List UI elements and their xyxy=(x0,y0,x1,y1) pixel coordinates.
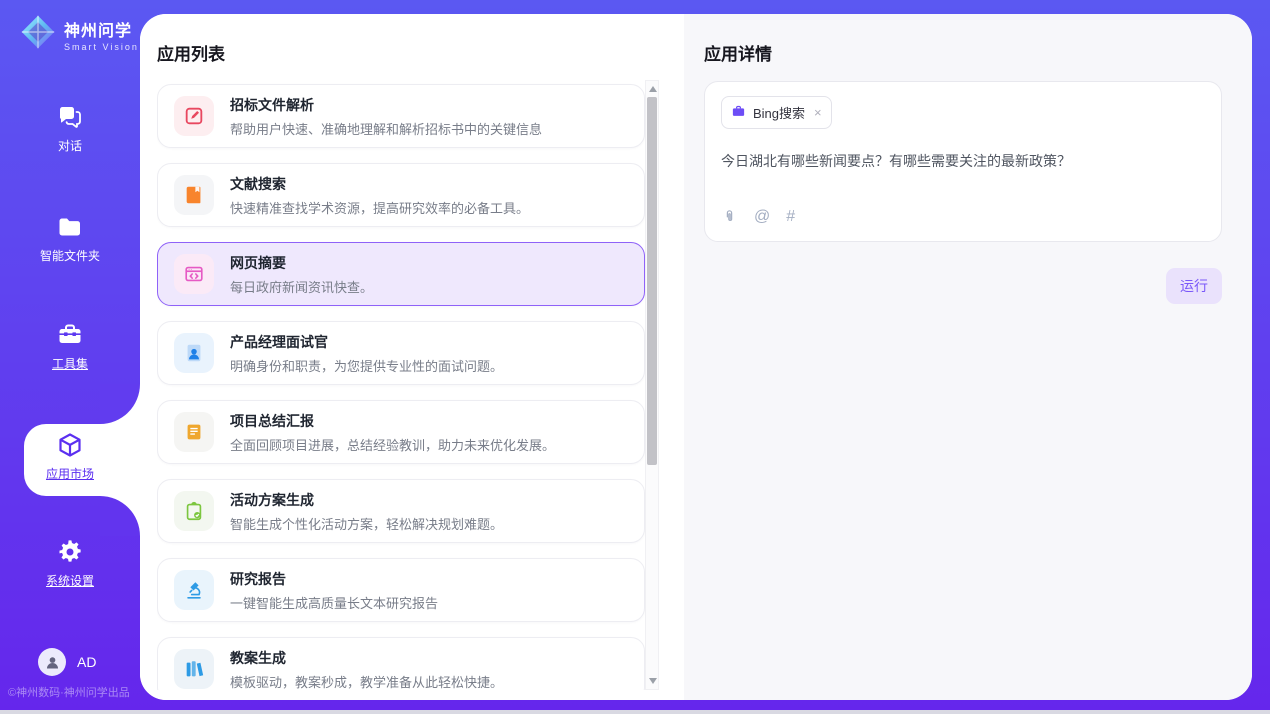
app-name: 文献搜索 xyxy=(230,174,529,194)
app-description: 明确身份和职责，为您提供专业性的面试问题。 xyxy=(230,356,503,375)
browser-icon xyxy=(174,254,214,294)
app-description: 快速精准查找学术资源，提高研究效率的必备工具。 xyxy=(230,198,529,217)
app-name: 教案生成 xyxy=(230,648,503,668)
prompt-card: Bing搜索 × 今日湖北有哪些新闻要点？有哪些需要关注的最新政策？ @ # xyxy=(704,81,1222,242)
app-card-text: 招标文件解析帮助用户快速、准确地理解和解析招标书中的关键信息 xyxy=(230,95,542,138)
app-card[interactable]: 研究报告一键智能生成高质量长文本研究报告 xyxy=(157,558,645,622)
chat-icon xyxy=(56,103,84,131)
app-card[interactable]: 教案生成模板驱动，教案秒成，教学准备从此轻松快捷。 xyxy=(157,637,645,690)
sidebar-item-toolbox[interactable]: 工具集 xyxy=(0,321,140,373)
app-card-text: 研究报告一键智能生成高质量长文本研究报告 xyxy=(230,569,438,612)
active-fillet-top xyxy=(100,384,140,424)
sidebar-item-label: 智能文件夹 xyxy=(40,247,100,264)
user-avatar-icon xyxy=(38,648,66,676)
app-detail-title: 应用详情 xyxy=(704,40,1222,65)
books-icon xyxy=(174,649,214,689)
main-frame: 应用列表 招标文件解析帮助用户快速、准确地理解和解析招标书中的关键信息文献搜索快… xyxy=(140,14,1252,700)
app-description: 每日政府新闻资讯快查。 xyxy=(230,277,373,296)
brand-logo: 神州问学 Smart Vision xyxy=(20,14,139,55)
app-description: 智能生成个性化活动方案，轻松解决规划难题。 xyxy=(230,514,503,533)
app-card[interactable]: 网页摘要每日政府新闻资讯快查。 xyxy=(157,242,645,306)
gear-icon xyxy=(56,538,84,566)
app-name: 产品经理面试官 xyxy=(230,332,503,352)
app-card-text: 活动方案生成智能生成个性化活动方案，轻松解决规划难题。 xyxy=(230,490,503,533)
sidebar-item-label: 对话 xyxy=(58,137,82,154)
app-description: 一键智能生成高质量长文本研究报告 xyxy=(230,593,438,612)
user-initials: AD xyxy=(77,654,96,670)
user-account[interactable]: AD xyxy=(38,648,96,676)
app-name: 网页摘要 xyxy=(230,253,373,273)
paperclip-icon[interactable] xyxy=(721,208,738,225)
scroll-up-icon[interactable] xyxy=(649,86,657,92)
mention-icon[interactable]: @ xyxy=(754,209,770,225)
toolbox-icon xyxy=(56,321,84,349)
app-card-text: 网页摘要每日政府新闻资讯快查。 xyxy=(230,253,373,296)
sidebar-item-gear[interactable]: 系统设置 xyxy=(0,538,140,590)
scrollbar-thumb[interactable] xyxy=(647,97,657,465)
diamond-logo-icon xyxy=(20,14,56,55)
active-fillet-bottom xyxy=(100,496,140,536)
app-name: 活动方案生成 xyxy=(230,490,503,510)
cube-icon xyxy=(56,431,84,459)
app-description: 全面回顾项目进展，总结经验教训，助力未来优化发展。 xyxy=(230,435,555,454)
tool-tag-bing[interactable]: Bing搜索 × xyxy=(721,96,832,129)
app-description: 模板驱动，教案秒成，教学准备从此轻松快捷。 xyxy=(230,672,503,691)
folder-icon xyxy=(56,213,84,241)
app-detail-panel: 应用详情 Bing搜索 × 今日湖北有哪些新闻要点？有哪些需要关注的最新政策？ … xyxy=(684,14,1252,700)
briefcase-icon xyxy=(731,104,746,122)
sidebar-item-chat[interactable]: 对话 xyxy=(0,103,140,155)
app-list-panel: 应用列表 招标文件解析帮助用户快速、准确地理解和解析招标书中的关键信息文献搜索快… xyxy=(140,14,684,700)
sidebar-item-label: 工具集 xyxy=(52,355,88,372)
report-icon xyxy=(174,412,214,452)
book-icon xyxy=(174,175,214,215)
app-card[interactable]: 项目总结汇报全面回顾项目进展，总结经验教训，助力未来优化发展。 xyxy=(157,400,645,464)
app-name: 研究报告 xyxy=(230,569,438,589)
doc-edit-icon xyxy=(174,96,214,136)
app-name: 招标文件解析 xyxy=(230,95,542,115)
microscope-icon xyxy=(174,570,214,610)
app-card[interactable]: 产品经理面试官明确身份和职责，为您提供专业性的面试问题。 xyxy=(157,321,645,385)
run-button[interactable]: 运行 xyxy=(1166,268,1222,304)
app-list-title: 应用列表 xyxy=(157,40,225,65)
attachment-toolbar: @ # xyxy=(721,208,1205,225)
clipboard-icon xyxy=(174,491,214,531)
brand-tagline: Smart Vision xyxy=(64,42,139,52)
app-card-text: 项目总结汇报全面回顾项目进展，总结经验教训，助力未来优化发展。 xyxy=(230,411,555,454)
scroll-down-icon[interactable] xyxy=(649,678,657,684)
app-name: 项目总结汇报 xyxy=(230,411,555,431)
hashtag-icon[interactable]: # xyxy=(786,209,795,225)
app-list: 招标文件解析帮助用户快速、准确地理解和解析招标书中的关键信息文献搜索快速精准查找… xyxy=(157,80,645,690)
app-card[interactable]: 文献搜索快速精准查找学术资源，提高研究效率的必备工具。 xyxy=(157,163,645,227)
app-description: 帮助用户快速、准确地理解和解析招标书中的关键信息 xyxy=(230,119,542,138)
sidebar-item-cube[interactable]: 应用市场 xyxy=(0,431,140,483)
sidebar-item-label: 应用市场 xyxy=(46,465,94,482)
brand-name: 神州问学 xyxy=(64,17,139,41)
app-card-text: 文献搜索快速精准查找学术资源，提高研究效率的必备工具。 xyxy=(230,174,529,217)
app-card[interactable]: 活动方案生成智能生成个性化活动方案，轻松解决规划难题。 xyxy=(157,479,645,543)
sidebar-item-folder[interactable]: 智能文件夹 xyxy=(0,213,140,265)
sidebar: 神州问学 Smart Vision 对话智能文件夹工具集应用市场系统设置 AD … xyxy=(0,0,140,710)
sidebar-item-label: 系统设置 xyxy=(46,572,94,589)
copyright-text: ©神州数码·神州问学出品 xyxy=(8,684,130,700)
prompt-text[interactable]: 今日湖北有哪些新闻要点？有哪些需要关注的最新政策？ xyxy=(721,151,1205,172)
interview-icon xyxy=(174,333,214,373)
app-card-text: 教案生成模板驱动，教案秒成，教学准备从此轻松快捷。 xyxy=(230,648,503,691)
tag-close-icon[interactable]: × xyxy=(814,105,822,120)
app-list-scrollbar[interactable] xyxy=(645,80,659,690)
app-card[interactable]: 招标文件解析帮助用户快速、准确地理解和解析招标书中的关键信息 xyxy=(157,84,645,148)
app-card-text: 产品经理面试官明确身份和职责，为您提供专业性的面试问题。 xyxy=(230,332,503,375)
tool-tag-label: Bing搜索 xyxy=(753,103,805,122)
